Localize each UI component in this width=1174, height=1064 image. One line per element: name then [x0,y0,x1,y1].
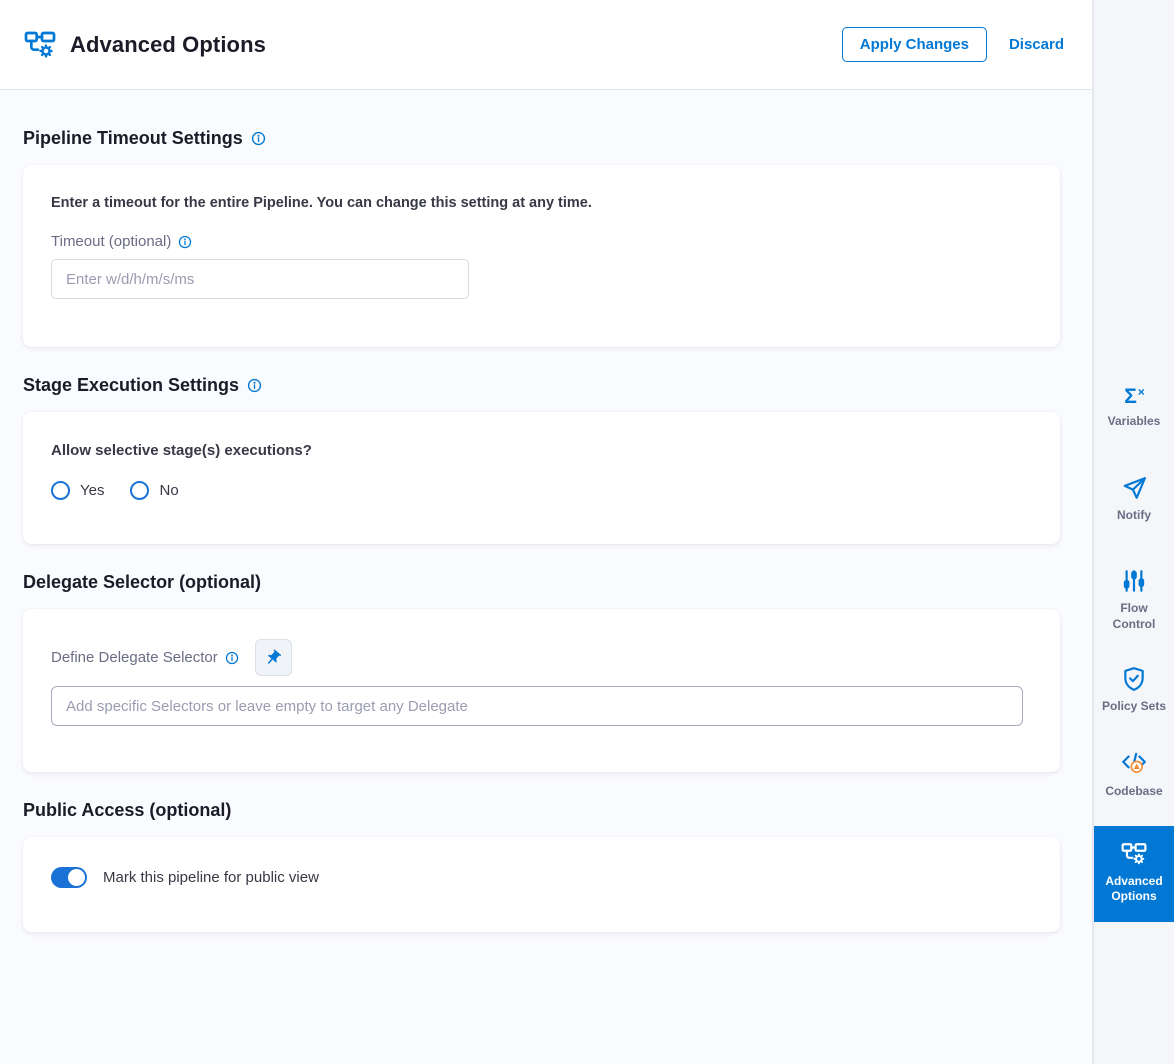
pipeline-gear-icon [24,29,56,61]
sidebar-item-label: Advanced Options [1099,874,1169,905]
sidebar-item-advanced-options[interactable]: Advanced Options [1094,826,1174,922]
public-access-card: Mark this pipeline for public view [23,837,1060,932]
timeout-input[interactable] [51,259,469,299]
sidebar-item-notify[interactable]: Notify [1094,475,1174,524]
timeout-field-info-icon[interactable] [178,235,192,249]
public-access-heading-label: Public Access (optional) [23,800,231,821]
radio-yes-circle[interactable] [51,481,70,500]
timeout-card: Enter a timeout for the entire Pipeline.… [23,165,1060,347]
sidebar-item-flow-control[interactable]: Flow Control [1094,568,1174,632]
shield-check-icon [1121,666,1147,692]
page-title: Advanced Options [70,32,266,58]
timeout-info-icon[interactable] [251,131,266,146]
sidebar-item-label: Variables [1108,414,1161,430]
header-title-group: Advanced Options [24,29,266,61]
public-view-toggle[interactable] [51,867,87,888]
public-view-toggle-label: Mark this pipeline for public view [103,869,319,886]
radio-no-label: No [159,482,178,499]
timeout-heading-label: Pipeline Timeout Settings [23,128,243,149]
radio-option-yes[interactable]: Yes [51,481,104,500]
radio-no-circle[interactable] [130,481,149,500]
delegate-section-heading: Delegate Selector (optional) [23,572,1060,593]
timeout-section-heading: Pipeline Timeout Settings [23,128,1060,149]
pushpin-icon [264,649,282,667]
stage-execution-card: Allow selective stage(s) executions? Yes… [23,412,1060,544]
apply-changes-button[interactable]: Apply Changes [842,27,987,62]
public-view-toggle-row: Mark this pipeline for public view [51,867,1032,888]
pipeline-gear-icon [1121,841,1147,867]
delegate-card: Define Delegate Selector [23,609,1060,772]
delegate-heading-label: Delegate Selector (optional) [23,572,261,593]
sliders-icon [1121,568,1147,594]
stage-execution-info-icon[interactable] [247,378,262,393]
advanced-options-header: Advanced Options Apply Changes Discard [0,0,1092,90]
stage-execution-section-heading: Stage Execution Settings [23,375,1060,396]
sidebar-item-policy-sets[interactable]: Policy Sets [1094,666,1174,715]
sidebar-item-label: Notify [1117,508,1151,524]
sidebar-item-codebase[interactable]: Codebase [1094,749,1174,800]
timeout-description: Enter a timeout for the entire Pipeline.… [51,195,1032,211]
radio-option-no[interactable]: No [130,481,178,500]
sidebar-item-label: Flow Control [1099,601,1169,632]
advanced-options-content: Pipeline Timeout Settings Enter a timeou… [0,90,1092,1064]
public-access-section-heading: Public Access (optional) [23,800,1060,821]
stage-execution-heading-label: Stage Execution Settings [23,375,239,396]
timeout-field-label: Timeout (optional) [51,233,1032,250]
pipeline-right-sidebar: Σ× Variables Notify Flow Control [1092,0,1174,1064]
delegate-selector-input[interactable] [51,686,1023,726]
pin-selector-button[interactable] [255,639,292,676]
sigma-x-icon: Σ× [1124,386,1144,407]
sidebar-item-variables[interactable]: Σ× Variables [1094,386,1174,430]
header-actions: Apply Changes Discard [842,27,1068,62]
delegate-label-row: Define Delegate Selector [51,639,1032,676]
paper-plane-icon [1121,475,1147,501]
sidebar-item-label: Policy Sets [1102,699,1166,715]
toggle-knob [68,869,85,886]
delegate-field-info-icon[interactable] [225,651,239,665]
radio-yes-label: Yes [80,482,104,499]
sidebar-item-label: Codebase [1105,784,1162,800]
selective-stage-radio-group: Yes No [51,481,1032,500]
selective-stage-question: Allow selective stage(s) executions? [51,442,1032,459]
main-panel: Advanced Options Apply Changes Discard P… [0,0,1092,1064]
delegate-field-label: Define Delegate Selector [51,649,239,666]
discard-button[interactable]: Discard [1005,30,1068,59]
code-warning-icon [1120,749,1148,777]
